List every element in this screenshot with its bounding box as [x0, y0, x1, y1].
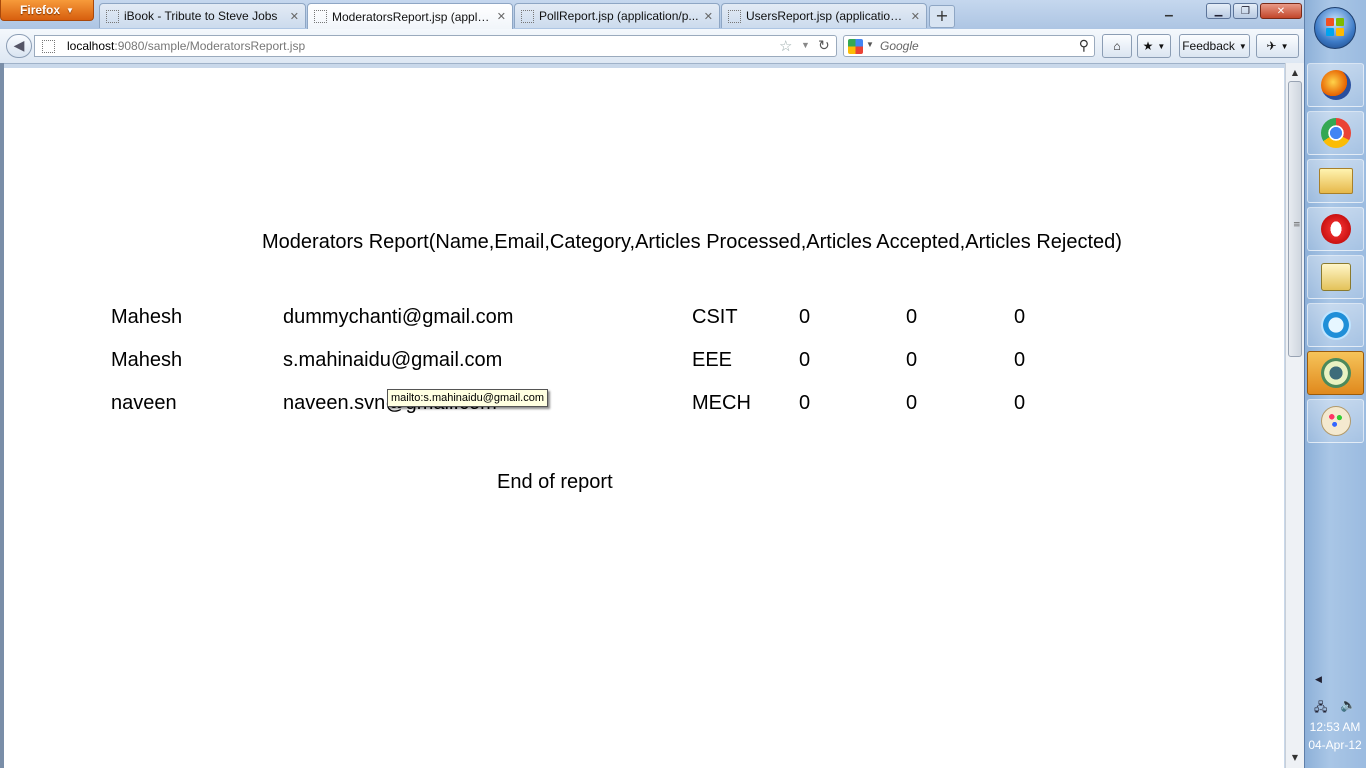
scrollbar-thumb[interactable]: ≡ [1288, 81, 1302, 357]
tab-ibook[interactable]: iBook - Tribute to Steve Jobs ✕ [99, 3, 306, 28]
network-status-icon[interactable]: 🖧 [1314, 698, 1327, 719]
page-favicon-icon [106, 9, 119, 23]
clock-date[interactable]: 04-Apr-12 [1304, 738, 1366, 752]
windows-logo-icon [1326, 18, 1334, 26]
row1-category: CSIT [692, 306, 738, 328]
volume-icon[interactable]: 🔈 [1340, 697, 1356, 713]
taskbar-paint[interactable] [1307, 399, 1364, 443]
google-engine-icon[interactable] [848, 39, 863, 54]
row3-accepted: 0 [906, 392, 918, 414]
taskbar-app[interactable] [1307, 303, 1364, 347]
bookmark-star-icon[interactable]: ☆ [779, 37, 792, 55]
home-icon: ⌂ [1113, 39, 1121, 53]
site-identity-icon[interactable] [42, 40, 55, 53]
start-button[interactable] [1314, 7, 1356, 49]
page-favicon-icon [314, 10, 327, 23]
clock-time[interactable]: 12:53 AM [1304, 720, 1366, 734]
url-text: localhost:9080/sample/ModeratorsReport.j… [67, 39, 306, 53]
page-favicon-icon [521, 9, 534, 23]
vertical-scrollbar[interactable]: ▲ ≡ ▼ [1285, 63, 1304, 768]
firefox-icon [1320, 70, 1351, 100]
bookmarks-button[interactable]: ★ ▼ [1137, 34, 1171, 58]
show-hidden-icons-icon[interactable]: ◀ [1315, 674, 1322, 685]
home-button[interactable]: ⌂ [1102, 34, 1132, 58]
search-bar[interactable]: ▼ Google ⚲ [843, 35, 1095, 57]
back-button[interactable]: ◀ [6, 34, 32, 58]
taskbar-explorer[interactable] [1307, 159, 1364, 203]
row1-accepted: 0 [906, 306, 918, 328]
back-arrow-icon: ◀ [13, 38, 25, 54]
bookmarks-icon: ★ [1142, 39, 1154, 53]
paint-icon [1320, 406, 1351, 436]
close-tab-icon[interactable]: ✕ [911, 10, 920, 23]
folder-icon [1318, 168, 1353, 194]
taskbar-app-active[interactable] [1307, 351, 1364, 395]
search-input[interactable]: Google [880, 39, 919, 53]
engine-dropdown-icon[interactable]: ▼ [866, 40, 874, 49]
opera-icon [1320, 214, 1351, 244]
close-window-icon[interactable]: ✕ [1260, 3, 1302, 19]
taskbar [1304, 0, 1366, 768]
row1-rejected: 0 [1014, 306, 1026, 328]
maximize-icon[interactable]: ❐ [1233, 3, 1258, 19]
addon-button[interactable]: ✈ ▼ [1256, 34, 1299, 58]
page-content: Moderators Report(Name,Email,Category,Ar… [4, 68, 1284, 768]
dropdown-arrow-icon: ▼ [1280, 41, 1289, 51]
minimize-icon[interactable]: ▁ [1206, 3, 1231, 19]
dropdown-arrow-icon: ▼ [1238, 41, 1247, 51]
row2-category: EEE [692, 349, 733, 371]
report-title: Moderators Report(Name,Email,Category,Ar… [262, 231, 1122, 253]
row3-rejected: 0 [1014, 392, 1026, 414]
firefox-menu-button[interactable]: Firefox ▼ [0, 0, 94, 21]
row2-processed: 0 [799, 349, 811, 371]
row1-name: Mahesh [111, 306, 183, 328]
addon-icon: ✈ [1266, 39, 1277, 53]
row1-processed: 0 [799, 306, 811, 328]
taskbar-firefox[interactable] [1307, 63, 1364, 107]
dropdown-arrow-icon: ▼ [66, 5, 74, 15]
taskbar-network[interactable] [1307, 255, 1364, 299]
window-controls: ▁ ❐ ✕ [1206, 3, 1302, 19]
tab-poll-report[interactable]: PollReport.jsp (application/p... ✕ [514, 3, 720, 28]
tab-moderators-report[interactable]: ModeratorsReport.jsp (applic... ✕ [307, 3, 513, 29]
row2-email-link[interactable]: s.mahinaidu@gmail.com [283, 349, 502, 372]
row2-rejected: 0 [1014, 349, 1026, 371]
scroll-up-icon[interactable]: ▲ [1286, 65, 1304, 81]
taskbar-opera[interactable] [1307, 207, 1364, 251]
title-bar: Firefox ▼ iBook - Tribute to Steve Jobs ✕… [0, 0, 1304, 29]
dropdown-arrow-icon: ▼ [1157, 41, 1166, 51]
row1-email-link[interactable]: dummychanti@gmail.com [283, 306, 513, 329]
app-icon [1320, 310, 1351, 340]
grip-icon: ≡ [1293, 220, 1301, 230]
row3-name: naveen [111, 392, 177, 414]
navigation-bar: ◀ localhost:9080/sample/ModeratorsReport… [0, 29, 1304, 64]
taskbar-chrome[interactable] [1307, 111, 1364, 155]
row2-name: Mahesh [111, 349, 183, 371]
row2-accepted: 0 [906, 349, 918, 371]
url-bar[interactable]: localhost:9080/sample/ModeratorsReport.j… [34, 35, 837, 57]
feedback-button[interactable]: Feedback ▼ [1179, 34, 1250, 58]
minimize-small-icon[interactable]: ▁ [1165, 6, 1173, 17]
network-icon [1320, 263, 1351, 291]
page-favicon-icon [728, 9, 741, 23]
report-footer: End of report [497, 471, 613, 493]
url-history-dropdown-icon[interactable]: ▼ [801, 40, 810, 50]
search-icon[interactable]: ⚲ [1079, 37, 1089, 54]
row3-processed: 0 [799, 392, 811, 414]
link-tooltip: mailto:s.mahinaidu@gmail.com [387, 389, 549, 407]
app-icon-active [1320, 358, 1351, 388]
close-tab-icon[interactable]: ✕ [497, 10, 506, 23]
new-tab-button[interactable]: + [929, 5, 955, 28]
reload-icon[interactable]: ↻ [818, 37, 830, 54]
chrome-icon [1320, 118, 1351, 148]
close-tab-icon[interactable]: ✕ [290, 10, 299, 23]
scroll-down-icon[interactable]: ▼ [1286, 750, 1304, 766]
row3-category: MECH [692, 392, 751, 414]
tab-users-report[interactable]: UsersReport.jsp (application/... ✕ [721, 3, 927, 28]
close-tab-icon[interactable]: ✕ [704, 10, 713, 23]
